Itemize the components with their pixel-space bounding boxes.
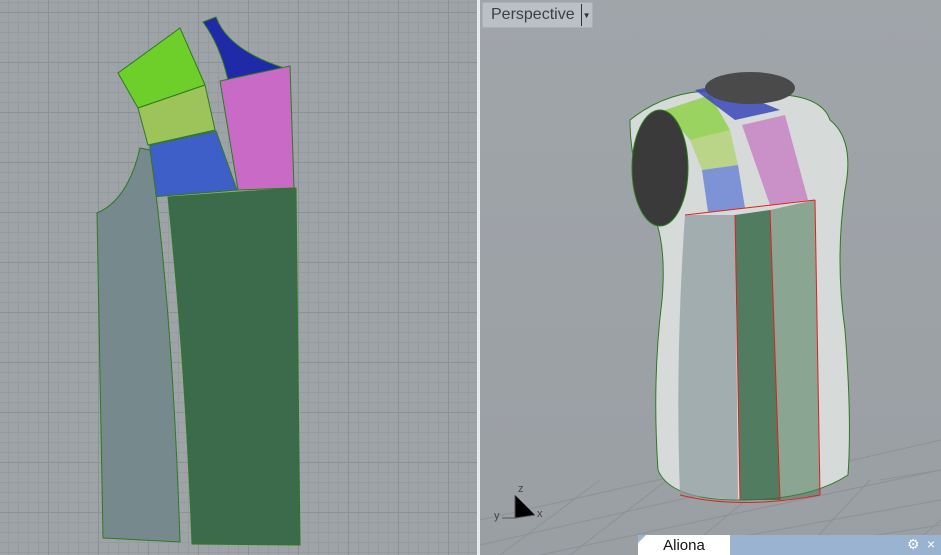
axis-y-label: y: [494, 510, 500, 522]
scene: [480, 72, 941, 555]
shoulder-blue[interactable]: [702, 165, 745, 212]
side-panel-slate[interactable]: [678, 215, 738, 500]
layout-tab-label: Aliona: [663, 536, 705, 554]
gear-icon[interactable]: ⚙: [907, 536, 920, 553]
perspective-viewport[interactable]: Perspective ▼ z x y: [480, 0, 941, 555]
arm-opening: [631, 109, 689, 227]
close-icon[interactable]: ×: [927, 536, 935, 552]
top-viewport[interactable]: [0, 0, 477, 555]
piece-dark-green[interactable]: [167, 187, 301, 546]
chevron-down-icon[interactable]: ▼: [580, 4, 592, 26]
axis-z-label: z: [518, 483, 524, 495]
layout-tab-aliona[interactable]: Aliona: [638, 535, 730, 555]
piece-slate[interactable]: [96, 147, 181, 543]
neck-opening: [705, 72, 795, 104]
axis-icon: [502, 495, 536, 519]
viewport-title-button[interactable]: Perspective ▼: [482, 2, 593, 28]
pattern-pieces: [96, 16, 301, 546]
axis-x-label: x: [537, 508, 543, 520]
piece-pink[interactable]: [219, 65, 295, 191]
viewport-title: Perspective: [491, 6, 575, 23]
